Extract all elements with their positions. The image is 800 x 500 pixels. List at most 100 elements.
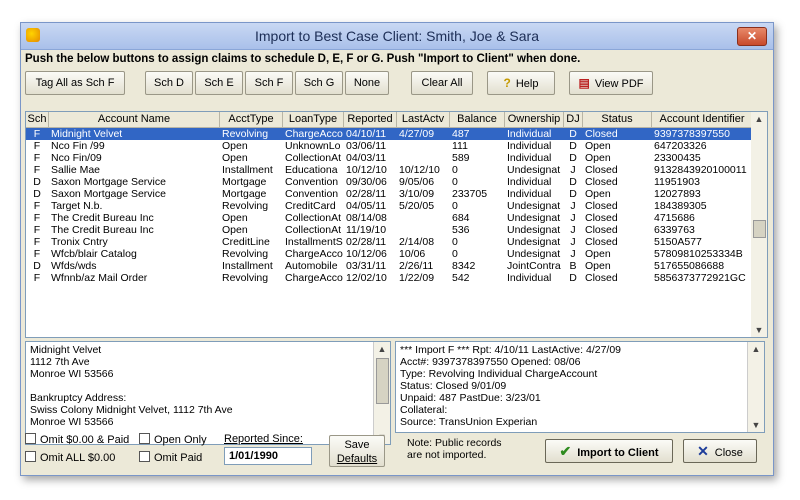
cell-sch: F — [33, 164, 41, 176]
table-row[interactable]: F The Credit Bureau Inc Open CollectionAt 11… — [26, 224, 752, 236]
cell-accttype: Revolving — [222, 272, 269, 284]
cell-lastactv: 10/12/10 — [399, 164, 440, 176]
col-header-dj[interactable]: DJ — [564, 112, 583, 127]
omit-all-zero-checkbox[interactable]: Omit ALL $0.00 — [25, 451, 115, 464]
col-header-ownership[interactable]: Ownership — [505, 112, 564, 127]
grid-scrollbar[interactable]: ▲ ▼ — [751, 111, 768, 338]
table-row[interactable]: F Sallie Mae Installment Educationa 10/12/10… — [26, 164, 752, 176]
checkbox-box[interactable] — [25, 451, 36, 462]
sch-e-button[interactable]: Sch E — [195, 71, 243, 95]
cell-sch: F — [33, 140, 41, 152]
checkbox-box[interactable] — [139, 433, 150, 444]
cell-ownership: Undesignat — [507, 224, 561, 236]
view-pdf-button[interactable]: ▤ View PDF — [569, 71, 653, 95]
cell-status: Open — [585, 260, 611, 272]
save-defaults-button[interactable]: Save Defaults — [329, 435, 385, 467]
col-header-accttype[interactable]: AcctType — [220, 112, 283, 127]
info-panel: *** Import F *** Rpt: 4/10/11 LastActive… — [395, 341, 765, 433]
cell-account-identifier: 5856373772921GC — [654, 272, 746, 284]
info-line: Acct#: 9397378397550 Opened: 08/06 — [400, 356, 581, 368]
cell-loantype: ChargeAcco — [285, 128, 343, 140]
omit-zero-paid-checkbox[interactable]: Omit $0.00 & Paid — [25, 433, 129, 446]
cell-dj: J — [570, 248, 576, 260]
table-row[interactable]: F Nco Fin/09 Open CollectionAt 04/03/11 589 In… — [26, 152, 752, 164]
cell-ownership: Individual — [507, 188, 552, 200]
tag-all-sch-f-button[interactable]: Tag All as Sch F — [25, 71, 125, 95]
cell-status: Closed — [585, 224, 618, 236]
table-row[interactable]: F Wfcb/blair Catalog Revolving ChargeAcco 10… — [26, 248, 752, 260]
table-row[interactable]: F Nco Fin /99 Open UnknownLo 03/06/11 111 Indi… — [26, 140, 752, 152]
open-only-checkbox[interactable]: Open Only — [139, 433, 207, 446]
table-row[interactable]: D Saxon Mortgage Service Mortgage Conventio… — [26, 188, 752, 200]
omit-all-zero-label: Omit ALL $0.00 — [40, 452, 116, 464]
pdf-icon: ▤ — [578, 76, 590, 90]
window-close-button[interactable]: ✕ — [737, 27, 767, 46]
cell-ownership: Undesignat — [507, 236, 561, 248]
cell-sch: D — [33, 176, 41, 188]
sch-d-button[interactable]: Sch D — [145, 71, 193, 95]
sch-g-button[interactable]: Sch G — [295, 71, 343, 95]
table-row[interactable]: F Target N.b. Revolving CreditCard 04/05/11 5… — [26, 200, 752, 212]
info-scrollbar[interactable]: ▲ ▼ — [747, 342, 764, 432]
cell-status: Open — [585, 152, 611, 164]
none-button[interactable]: None — [345, 71, 389, 95]
address-line: Swiss Colony Midnight Velvet, 1112 7th A… — [30, 404, 233, 416]
cell-dj: D — [569, 152, 577, 164]
col-header-reported[interactable]: Reported — [344, 112, 397, 127]
table-row[interactable]: D Wfds/wds Installment Automobile 03/31/11 2/… — [26, 260, 752, 272]
cell-account-name: Wfcb/blair Catalog — [51, 248, 137, 260]
cell-account-identifier: 12027893 — [654, 188, 701, 200]
omit-paid-checkbox[interactable]: Omit Paid — [139, 451, 202, 464]
col-header-status[interactable]: Status — [583, 112, 652, 127]
cell-loantype: InstallmentS — [285, 236, 343, 248]
close-icon: ✕ — [697, 443, 709, 459]
cell-reported: 11/19/10 — [346, 224, 387, 236]
cell-loantype: Educationa — [285, 164, 338, 176]
close-label: Close — [714, 447, 743, 459]
scroll-down-icon[interactable]: ▼ — [751, 323, 767, 337]
reported-since-input[interactable]: 1/01/1990 — [224, 447, 312, 465]
scroll-down-icon[interactable]: ▼ — [748, 418, 764, 432]
table-row[interactable]: F Midnight Velvet Revolving ChargeAcco 04/10… — [26, 128, 752, 140]
cell-dj: J — [570, 164, 576, 176]
cell-ownership: Undesignat — [507, 248, 561, 260]
cell-loantype: ChargeAcco — [285, 272, 343, 284]
clear-all-button[interactable]: Clear All — [411, 71, 473, 95]
help-button[interactable]: ? Help — [487, 71, 555, 95]
cell-ownership: Individual — [507, 152, 552, 164]
scroll-up-icon[interactable]: ▲ — [374, 342, 390, 356]
table-row[interactable]: D Saxon Mortgage Service Mortgage Conventio… — [26, 176, 752, 188]
cell-account-name: The Credit Bureau Inc — [51, 224, 154, 236]
import-to-client-button[interactable]: ✔ Import to Client — [545, 439, 673, 463]
cell-account-name: Sallie Mae — [51, 164, 101, 176]
scroll-up-icon[interactable]: ▲ — [751, 112, 767, 126]
cell-dj: D — [569, 272, 577, 284]
info-line: Type: Revolving Individual ChargeAccount — [400, 368, 598, 380]
checkbox-box[interactable] — [25, 433, 36, 444]
scrollbar-thumb[interactable] — [753, 220, 766, 238]
table-row[interactable]: F The Credit Bureau Inc Open CollectionAt 08… — [26, 212, 752, 224]
col-header-balance[interactable]: Balance — [450, 112, 505, 127]
cell-accttype: Open — [222, 152, 248, 164]
cell-ownership: Undesignat — [507, 164, 561, 176]
col-header-account-identifier[interactable]: Account Identifier — [652, 112, 752, 127]
cell-loantype: Automobile — [285, 260, 338, 272]
cell-sch: D — [33, 188, 41, 200]
table-row[interactable]: F Wfnnb/az Mail Order Revolving ChargeAcco 1… — [26, 272, 752, 284]
checkbox-box[interactable] — [139, 451, 150, 462]
sch-f-button[interactable]: Sch F — [245, 71, 293, 95]
cell-balance: 8342 — [452, 260, 476, 272]
col-header-lastactv[interactable]: LastActv — [397, 112, 450, 127]
close-button[interactable]: ✕ Close — [683, 439, 757, 463]
cell-sch: D — [33, 260, 41, 272]
cell-status: Closed — [585, 164, 618, 176]
claims-grid[interactable]: Sch Account Name AcctType LoanType Repor… — [25, 111, 753, 338]
col-header-sch[interactable]: Sch — [26, 112, 49, 127]
cell-ownership: JointContra — [507, 260, 561, 272]
scroll-up-icon[interactable]: ▲ — [748, 342, 764, 356]
table-row[interactable]: F Tronix Cntry CreditLine InstallmentS 02/28… — [26, 236, 752, 248]
col-header-loantype[interactable]: LoanType — [283, 112, 344, 127]
scrollbar-thumb[interactable] — [376, 358, 389, 404]
address-scrollbar[interactable]: ▲ ▼ — [373, 342, 390, 444]
col-header-account-name[interactable]: Account Name — [49, 112, 220, 127]
